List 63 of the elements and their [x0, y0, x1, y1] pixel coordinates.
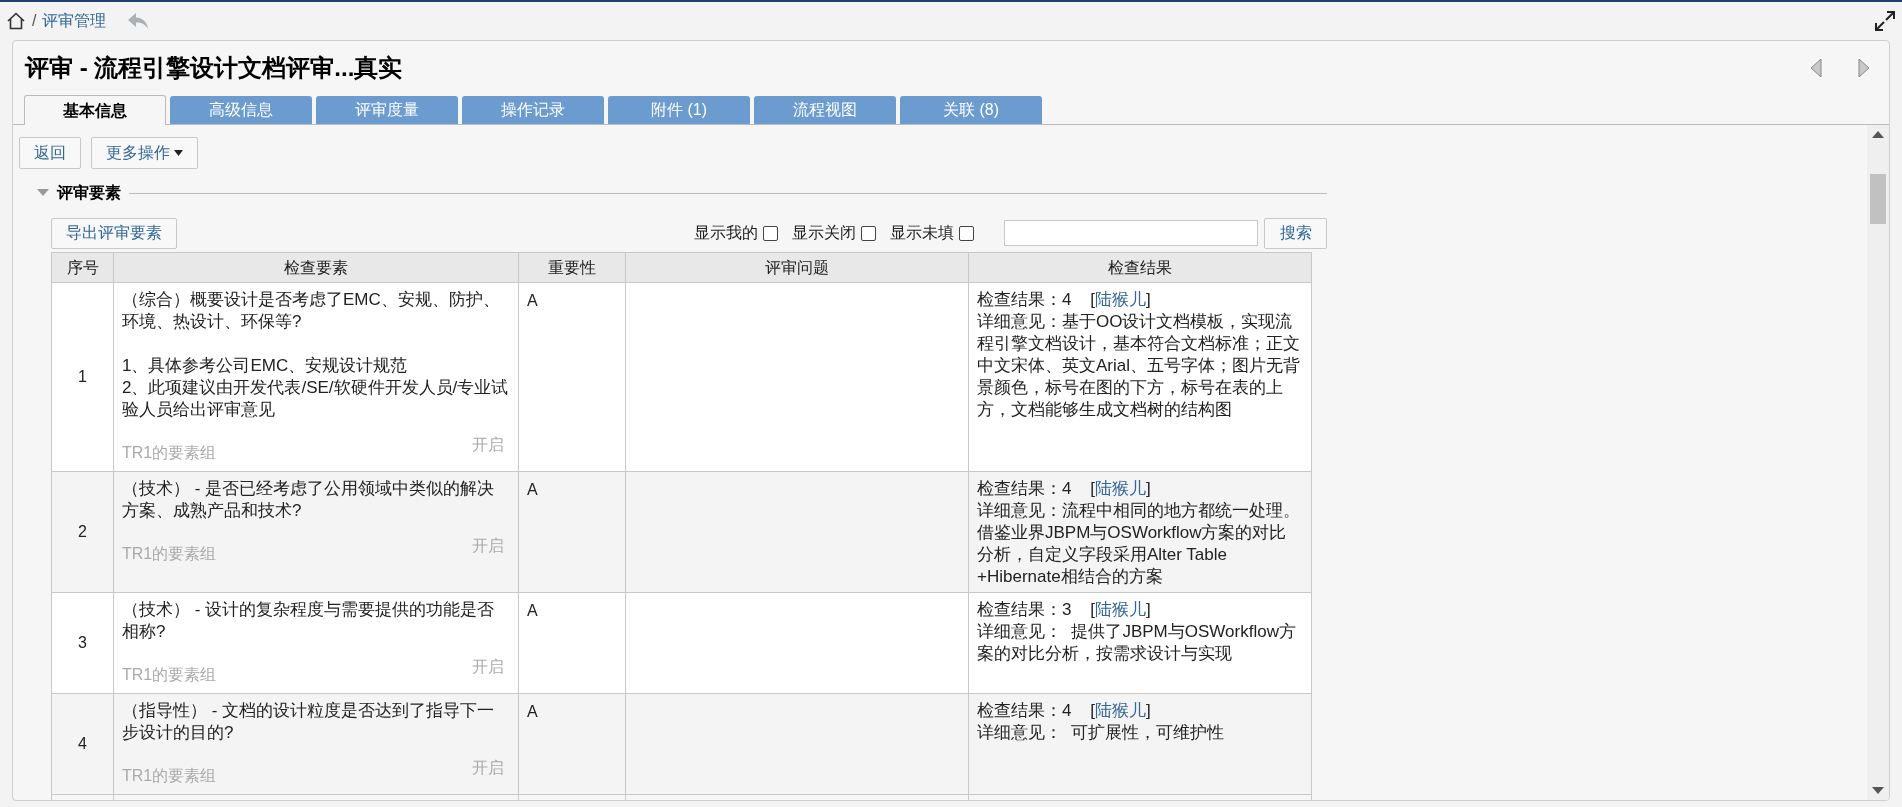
fullscreen-icon[interactable]: [1874, 10, 1896, 32]
home-icon[interactable]: [6, 11, 26, 31]
scrollbar[interactable]: [1867, 125, 1889, 800]
tab[interactable]: 基本信息: [24, 95, 166, 125]
search-field[interactable]: [1004, 220, 1258, 246]
status-label: 开启: [472, 657, 504, 677]
result-line: 检查结果：4 [陆猴儿]: [977, 478, 1152, 500]
group-label: TR1的要素组: [122, 443, 217, 463]
check-item-text: （指导性） - 文档的设计粒度是否达到了指导下一步设计的目的?: [122, 700, 496, 744]
column-header: 检查结果: [968, 252, 1312, 283]
next-icon[interactable]: [1857, 57, 1871, 79]
reviewer-link[interactable]: 陆猴儿: [1095, 600, 1147, 619]
page-title: 评审 - 流程引擎设计文档评审...真实: [25, 53, 403, 83]
scroll-up-icon[interactable]: [1872, 131, 1884, 138]
row-number: 1: [51, 282, 114, 472]
reviewer-link[interactable]: 陆猴儿: [1095, 479, 1147, 498]
group-label: TR1的要素组: [122, 665, 217, 685]
check-item-text: （技术） - 设计的复杂程度与需要提供的功能是否相称?: [122, 599, 496, 643]
row-number: 3: [51, 592, 114, 694]
breadcrumb-link[interactable]: 评审管理: [42, 9, 107, 33]
importance-cell: A: [518, 693, 626, 795]
group-label: TR1的要素组: [122, 544, 217, 564]
breadcrumb-separator: /: [32, 11, 37, 31]
filter-label: 显示未填: [890, 223, 954, 243]
filter-checkbox[interactable]: [959, 225, 974, 241]
scrollbar-thumb[interactable]: [1870, 174, 1886, 224]
scroll-down-icon[interactable]: [1872, 787, 1884, 794]
filter-checkbox[interactable]: [861, 225, 876, 241]
previous-icon[interactable]: [1809, 57, 1823, 79]
reviewer-link[interactable]: 陆猴儿: [1095, 701, 1147, 720]
filter-checkbox[interactable]: [763, 225, 778, 241]
detail-comment: 详细意见：基于OO设计文档模板，实现流程引擎文档设计，基本符合文档标准；正文中文宋体、英文Arial、五号字体；图片无背景颜色，标号在图的下方，标号在表的上方，文档能够生成文档树的结构图: [977, 311, 1301, 421]
column-header: 序号: [51, 252, 114, 283]
status-label: 开启: [472, 435, 504, 455]
check-item-text: （综合）概要设计是否考虑了EMC、安规、防护、环境、热设计、环保等? 1、具体参考公司EMC、安规设计规范 2、此项建议由开发代表/SE/软硬件开发人员/专业试验人员给出评审意见: [122, 289, 510, 421]
row-number: 4: [51, 693, 114, 795]
status-label: 开启: [472, 758, 504, 778]
more-actions-button[interactable]: 更多操作: [91, 137, 198, 169]
result-line: 检查结果：4 [陆猴儿]: [977, 289, 1152, 311]
export-button[interactable]: 导出评审要素: [51, 217, 177, 249]
column-header: 评审问题: [625, 252, 969, 283]
check-item-text: （技术） - 是否已经考虑了公用领域中类似的解决方案、成熟产品和技术?: [122, 478, 496, 522]
detail-comment: 详细意见：流程中相同的地方都统一处理。借鉴业界JBPM与OSWorkflow方案的对比分析，自定义字段采用Alter Table +Hibernate相结合的方案: [977, 500, 1301, 588]
reviewer-link[interactable]: 陆猴儿: [1095, 290, 1147, 309]
row-number: 2: [51, 471, 114, 593]
importance-cell: A: [518, 471, 626, 593]
caret-icon: [174, 150, 183, 156]
detail-comment: 详细意见： 可扩展性，可维护性: [977, 722, 1226, 744]
filter-label: 显示我的: [694, 223, 758, 243]
importance-cell: A: [518, 592, 626, 694]
detail-comment: 详细意见： 提供了JBPM与OSWorkflow方案的对比分析，按需求设计与实现: [977, 621, 1297, 665]
result-line: 检查结果：3 [陆猴儿]: [977, 599, 1152, 621]
filter-label: 显示关闭: [792, 223, 856, 243]
column-header: 检查要素: [113, 252, 519, 283]
section-title: 评审要素: [57, 183, 121, 203]
column-header: 重要性: [518, 252, 626, 283]
search-button[interactable]: 搜索: [1264, 217, 1327, 249]
result-line: 检查结果：4 [陆猴儿]: [977, 700, 1152, 722]
back-button[interactable]: 返回: [19, 137, 81, 169]
status-label: 开启: [472, 536, 504, 556]
collapse-triangle-icon[interactable]: [37, 189, 49, 197]
importance-cell: A: [518, 282, 626, 472]
group-label: TR1的要素组: [122, 766, 217, 786]
